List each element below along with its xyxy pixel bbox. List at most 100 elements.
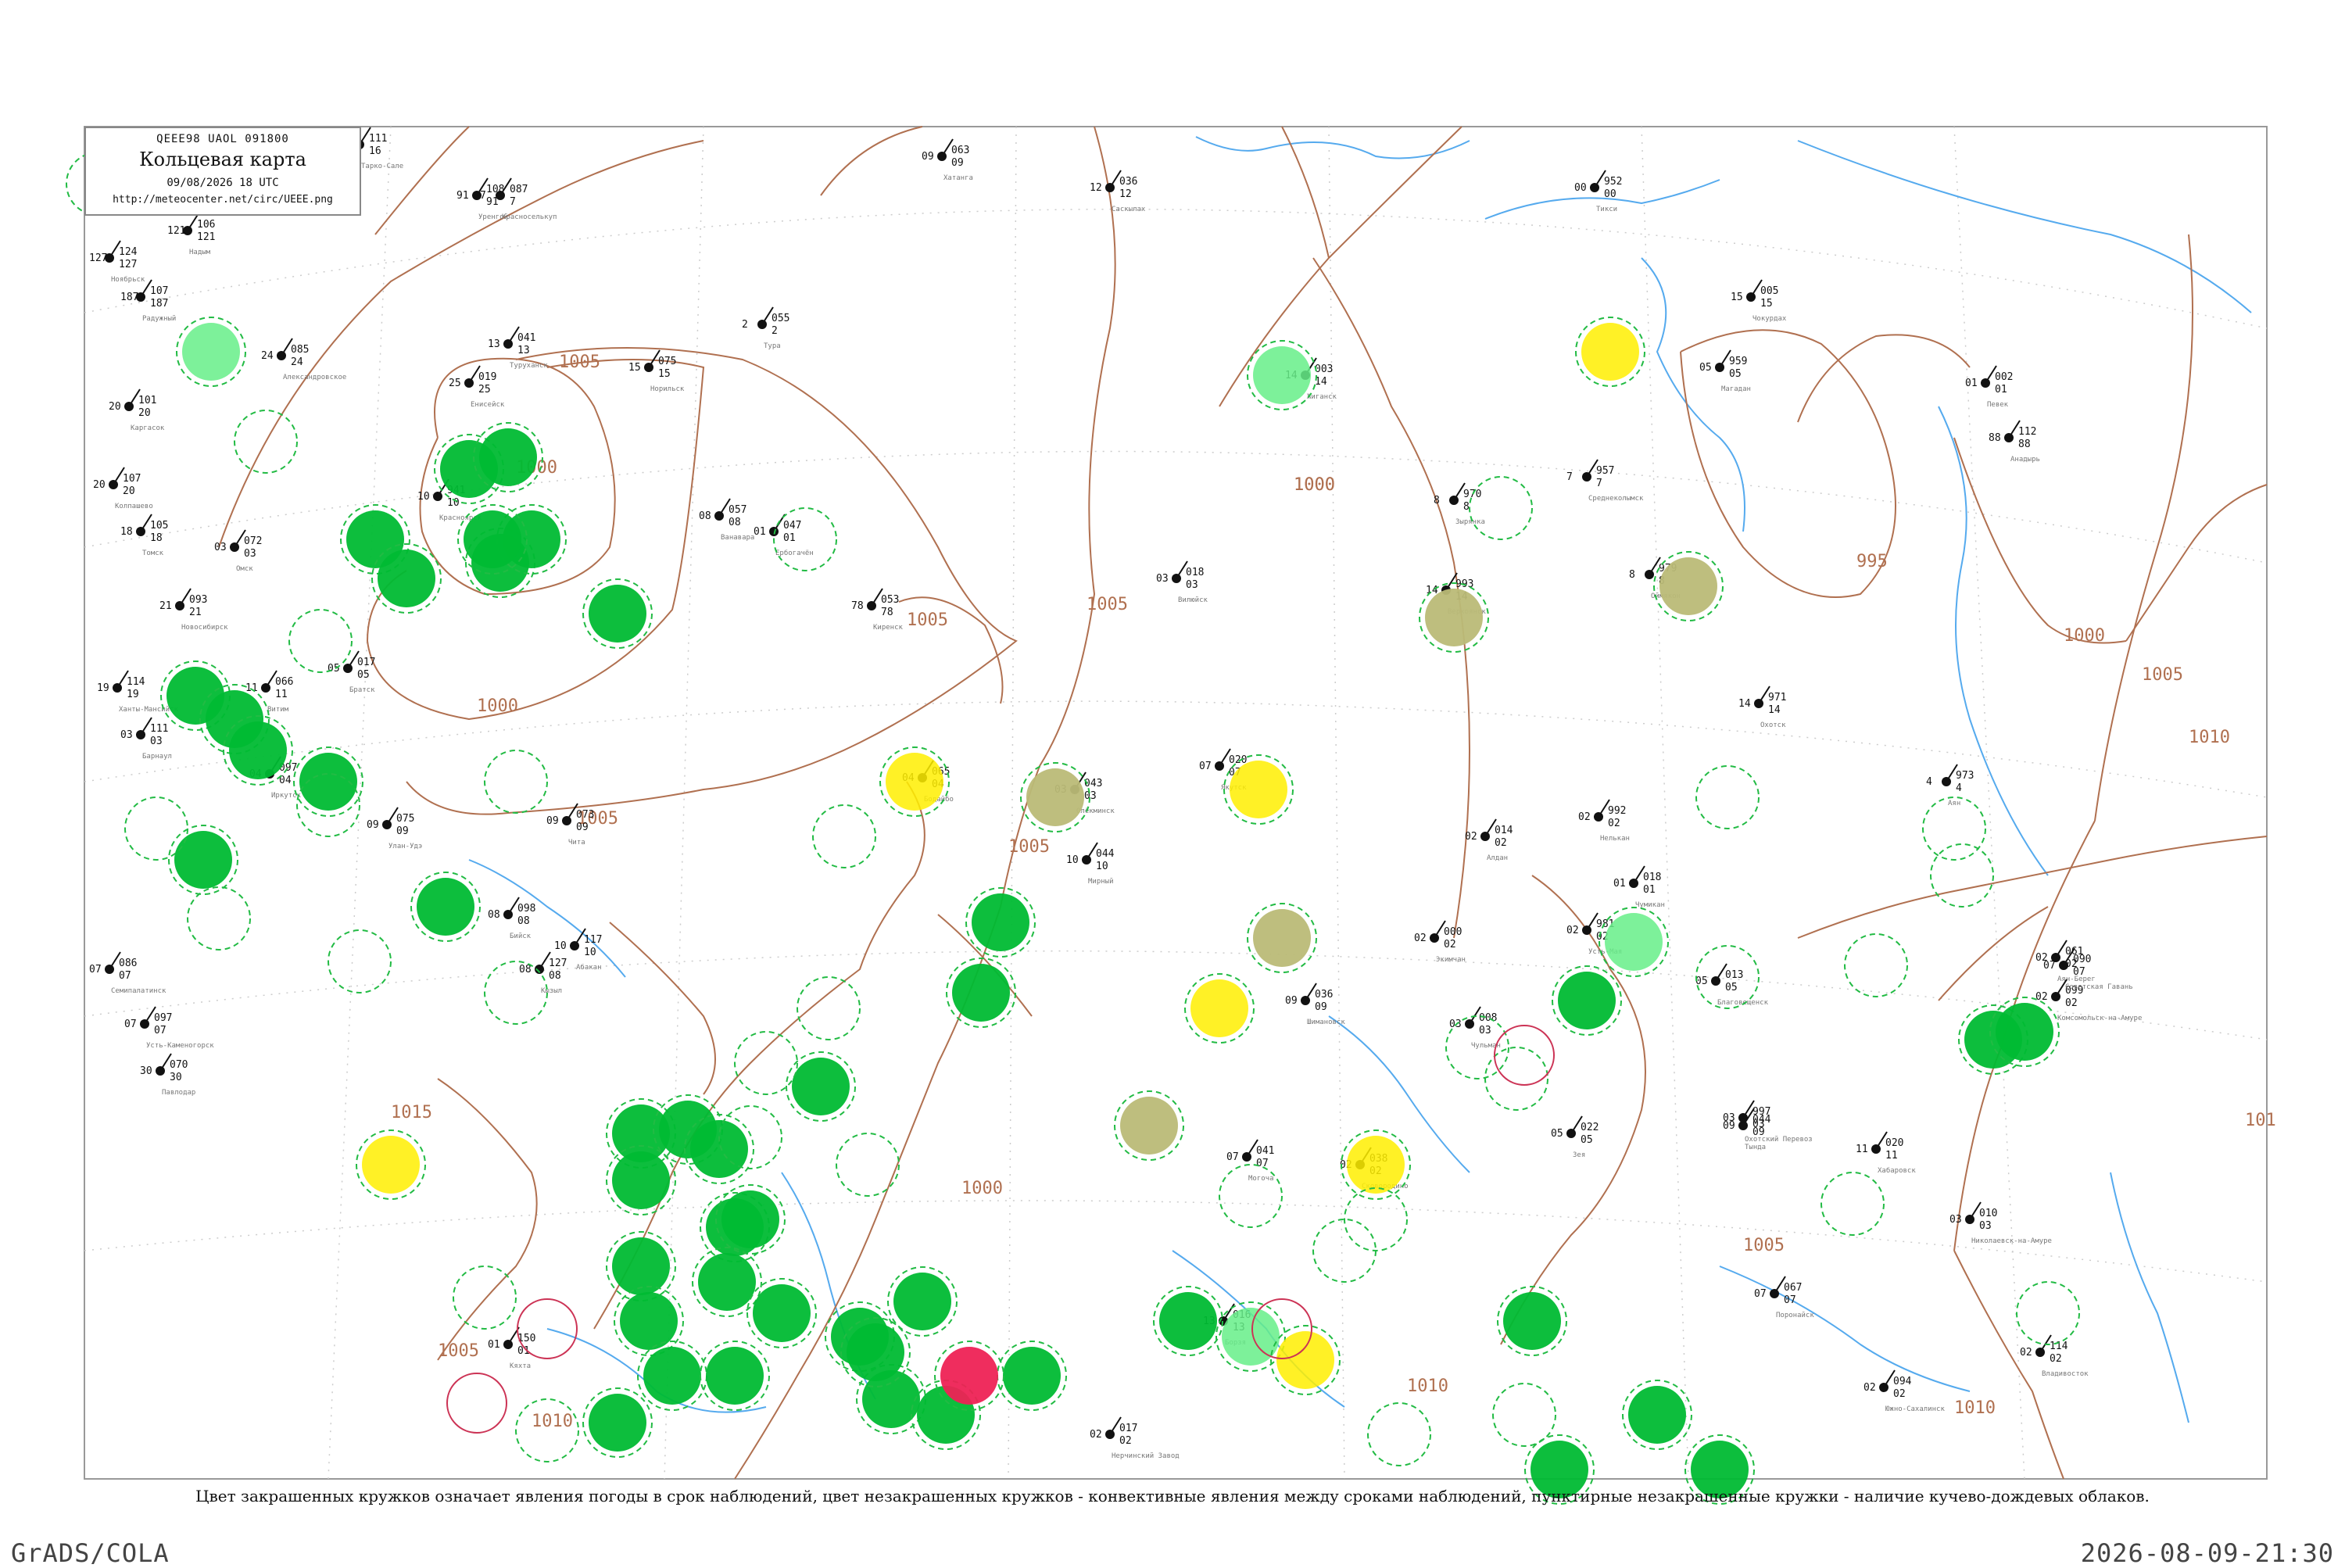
station-tendency: 10 <box>584 947 596 958</box>
station-tendency: 7 <box>510 196 516 208</box>
station-value: 02 <box>1578 811 1591 823</box>
station-tendency: 02 <box>1495 837 1507 849</box>
rain-circle <box>690 1120 748 1178</box>
station-value: 11 <box>1856 1144 1868 1155</box>
station-value: 21 <box>159 600 172 612</box>
station-value: 09 <box>546 815 559 827</box>
station-value: 03 <box>1723 1112 1735 1124</box>
rain-circle <box>589 1394 646 1452</box>
map-title: Кольцевая карта <box>139 149 306 170</box>
station-tendency: 16 <box>369 145 381 157</box>
rain-circle <box>589 585 646 643</box>
station-name: Ноябрьск <box>111 275 145 284</box>
station-name: Витим <box>267 706 289 714</box>
isobar-label: 1005 <box>907 610 948 630</box>
rain-circle <box>792 1058 850 1115</box>
station-tendency: 25 <box>478 384 491 396</box>
station-pressure: 047 <box>783 520 801 532</box>
station-tendency: 8 <box>1463 501 1470 513</box>
station-tendency: 07 <box>2073 966 2085 978</box>
station-tendency: 88 <box>2018 439 2031 450</box>
station-tendency: 09 <box>576 822 589 833</box>
station-pressure: 022 <box>1581 1122 1599 1133</box>
station-pressure: 036 <box>1119 176 1137 188</box>
station-pressure: 018 <box>1186 567 1204 578</box>
station-tendency: 02 <box>1444 939 1456 950</box>
station-value: 05 <box>1551 1128 1563 1140</box>
station-value: 03 <box>214 542 227 553</box>
station-pressure: 041 <box>517 332 535 344</box>
station-value: 01 <box>754 526 766 538</box>
map-caption: Цвет закрашенных кружков означает явлени… <box>195 1487 2150 1505</box>
isobar-label: 1015 <box>391 1103 432 1122</box>
station-name: Певек <box>1987 401 2009 409</box>
fog-circle <box>1190 979 1248 1037</box>
station-tendency: 03 <box>1479 1025 1491 1036</box>
rain-circle <box>972 893 1029 951</box>
station-name: Колпашево <box>115 503 153 510</box>
rain-circle <box>1003 1347 1061 1405</box>
station-pressure: 112 <box>2018 426 2036 438</box>
station-name: Зея <box>1573 1151 1585 1159</box>
station-value: 20 <box>93 479 106 491</box>
station-tendency: 03 <box>1752 1119 1765 1130</box>
station-pressure: 008 <box>1479 1012 1497 1024</box>
station-value: 03 <box>120 729 133 741</box>
station-pressure: 073 <box>576 809 594 821</box>
station-value: 09 <box>1285 995 1298 1007</box>
station-tendency: 07 <box>119 970 131 982</box>
station-value: 78 <box>851 600 864 612</box>
station-tendency: 11 <box>1885 1150 1898 1162</box>
station-name: Поронайск <box>1776 1312 1814 1319</box>
station-value: 4 <box>1926 776 1932 788</box>
station-value: 7 <box>480 190 486 202</box>
haze-circle <box>1425 589 1483 646</box>
rain-circle <box>643 1347 701 1405</box>
rain-circle <box>612 1237 670 1295</box>
station-name: Нелькан <box>1600 835 1630 843</box>
station-name: Улан-Удэ <box>388 843 422 850</box>
rain-circle <box>620 1292 678 1350</box>
station-value: 09 <box>367 819 379 831</box>
station-pressure: 107 <box>123 473 141 485</box>
isobar-label: 1005 <box>1087 595 1128 614</box>
station-value: 08 <box>699 510 711 522</box>
station-pressure: 973 <box>1956 770 1974 782</box>
station-value: 19 <box>97 682 109 694</box>
station-value: 14 <box>1738 698 1751 710</box>
station-pressure: 066 <box>275 676 293 688</box>
station-name: Зырянка <box>1455 518 1485 526</box>
station-name: Среднеколымск <box>1588 495 1644 503</box>
station-value: 30 <box>140 1065 152 1077</box>
fog-circle <box>1581 323 1639 381</box>
station-pressure: 000 <box>1444 926 1462 938</box>
isobar-label: 1010 <box>2189 728 2230 747</box>
station-tendency: 07 <box>1256 1158 1269 1169</box>
station-value: 25 <box>449 378 461 389</box>
isobar-label: 1005 <box>438 1341 479 1361</box>
station-tendency: 21 <box>189 607 202 618</box>
station-tendency: 127 <box>119 259 137 270</box>
station-pressure: 017 <box>1119 1423 1137 1434</box>
station-pressure: 014 <box>1495 825 1513 836</box>
station-pressure: 117 <box>584 934 602 946</box>
station-tendency: 03 <box>244 548 256 560</box>
station-pressure: 111 <box>369 133 387 145</box>
station-tendency: 03 <box>150 736 163 747</box>
station-pressure: 041 <box>1256 1145 1274 1157</box>
station-name: Красноселькуп <box>502 213 557 221</box>
station-name: Олёкминск <box>1076 807 1115 815</box>
station-value: 09 <box>922 151 934 163</box>
station-name: Тарко-Сале <box>361 163 403 170</box>
station-value: 02 <box>1414 933 1427 944</box>
station-tendency: 01 <box>1643 884 1656 896</box>
station-tendency: 08 <box>729 517 741 528</box>
station-name: Енисейск <box>471 401 505 409</box>
station-value: 15 <box>1731 292 1743 303</box>
station-tendency: 02 <box>1893 1388 1906 1400</box>
station-name: Советская Гавань <box>2065 983 2133 991</box>
station-pressure: 106 <box>197 219 215 231</box>
station-value: 07 <box>1754 1288 1767 1300</box>
station-name: Ванавара <box>721 534 754 542</box>
map-datetime: 09/08/2026 18 UTC <box>166 177 279 189</box>
